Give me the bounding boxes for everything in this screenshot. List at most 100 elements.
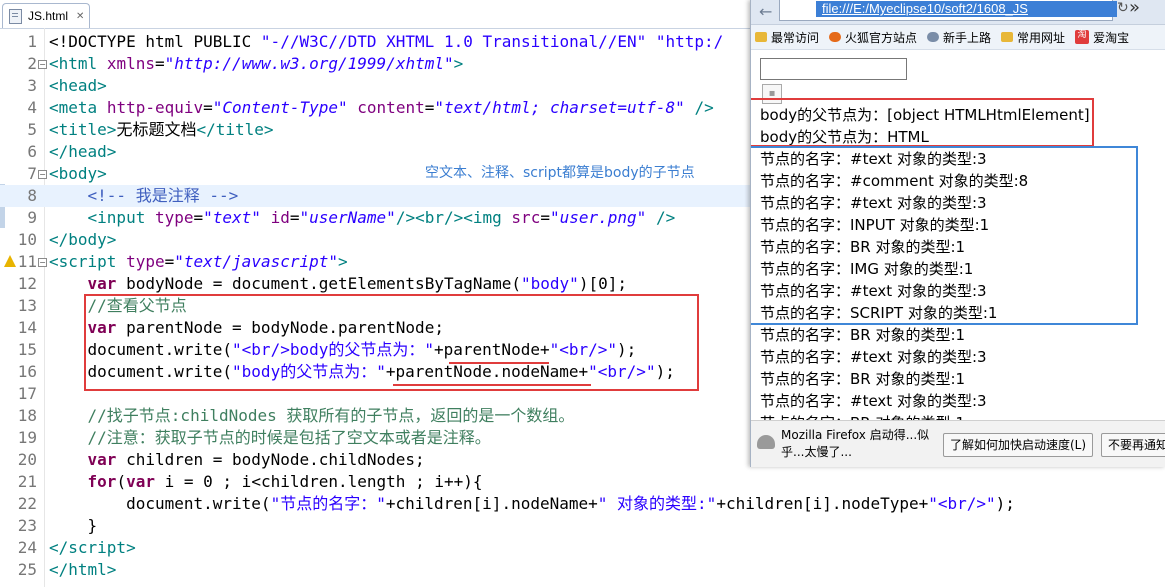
code-text: <html xmlns="http://www.w3.org/1999/xhtm…: [49, 54, 464, 73]
html-file-icon: [9, 8, 22, 24]
code-text: </body>: [49, 230, 117, 249]
line-number: 4: [27, 98, 37, 117]
output-line: 节点的名字：#text 对象的类型:3: [760, 392, 987, 410]
bookmark-firefox-site[interactable]: 火狐官方站点: [829, 29, 917, 46]
bookmark-getting-started[interactable]: 新手上路: [927, 29, 991, 46]
code-text: var children = bodyNode.childNodes;: [87, 450, 425, 469]
code-line: 3 <head>: [0, 75, 760, 97]
line-number: 9: [27, 208, 37, 227]
code-line: 23 }: [0, 515, 760, 537]
line-number: 8: [27, 186, 37, 205]
line-number: 16: [17, 362, 37, 381]
line-number: 25: [17, 560, 37, 579]
username-input[interactable]: [760, 58, 907, 80]
notification-bar: Mozilla Firefox 启动得...似乎...太慢了... 了解如何加快…: [751, 420, 1165, 467]
folder-icon: [1001, 32, 1014, 42]
code-line: 5 <title>无标题文档</title>: [0, 119, 760, 141]
line-number: 17: [17, 384, 37, 403]
line-number: 21: [17, 472, 37, 491]
code-line: 21 for(var i = 0 ; i<children.length ; i…: [0, 471, 760, 493]
fold-toggle-icon[interactable]: −: [38, 60, 47, 69]
code-text: </head>: [49, 142, 117, 161]
highlight-box-red: [84, 294, 699, 391]
code-text: <!DOCTYPE html PUBLIC "-//W3C//DTD XHTML…: [49, 32, 724, 51]
bookmark-label: 火狐官方站点: [845, 30, 918, 45]
line-number: 14: [17, 318, 37, 337]
code-text: document.write("节点的名字："+children[i].node…: [49, 494, 1015, 513]
code-line: 12 var bodyNode = document.getElementsBy…: [0, 273, 760, 295]
code-text: //注意：获取子节点的时候是包括了空文本或者是注释。: [87, 428, 491, 447]
tab-title: JS.html: [28, 9, 69, 23]
underline-mark: [393, 384, 591, 386]
notification-text: Mozilla Firefox 启动得...似乎...太慢了...: [781, 428, 930, 459]
line-number: 24: [17, 538, 37, 557]
fold-toggle-icon[interactable]: −: [38, 170, 47, 179]
code-text: var bodyNode = document.getElementsByTag…: [87, 274, 627, 293]
code-line: 1 <!DOCTYPE html PUBLIC "-//W3C//DTD XHT…: [0, 31, 760, 53]
code-line: 9 <input type="text" id="userName"/><br/…: [0, 207, 760, 229]
bookmark-label: 最常访问: [771, 30, 820, 45]
output-line: 节点的名字：BR 对象的类型:1: [760, 370, 966, 388]
code-line: 18 //找子节点:childNodes 获取所有的子节点，返回的是一个数组。: [0, 405, 760, 427]
code-text: </html>: [49, 560, 117, 579]
code-text: <head>: [49, 76, 107, 95]
line-number: 20: [17, 450, 37, 469]
line-number: 23: [17, 516, 37, 535]
line-number: 22: [17, 494, 37, 513]
code-line: 6 </head>: [0, 141, 760, 163]
browser-window: ← file:///E:/Myeclipse10/soft2/1608_JS ↻…: [750, 0, 1165, 467]
dont-notify-button[interactable]: 不要再通知: [1101, 433, 1165, 457]
bookmark-most-visited[interactable]: 最常访问: [755, 29, 819, 46]
url-text[interactable]: file:///E:/Myeclipse10/soft2/1608_JS: [816, 1, 1117, 17]
code-line: 19 //注意：获取子节点的时候是包括了空文本或者是注释。: [0, 427, 760, 449]
overflow-chevron-icon[interactable]: »: [1129, 0, 1140, 18]
bookmark-common-sites[interactable]: 常用网址: [1001, 29, 1065, 46]
reload-icon[interactable]: ↻: [1117, 0, 1129, 16]
bookmark-label: 爱淘宝: [1093, 30, 1130, 45]
highlight-box-red: [751, 98, 1094, 147]
highlight-box-blue: [751, 146, 1138, 325]
code-text: <meta http-equiv="Content-Type" content=…: [49, 98, 714, 117]
line-number: 18: [17, 406, 37, 425]
line-number: 13: [17, 296, 37, 315]
code-line: 2 − <html xmlns="http://www.w3.org/1999/…: [0, 53, 760, 75]
tab-js-html[interactable]: JS.html ✕: [2, 3, 90, 28]
code-line: 11 − <script type="text/javascript">: [0, 251, 760, 273]
globe-icon: [927, 32, 940, 42]
line-number: 5: [27, 120, 37, 139]
bookmarks-bar: 最常访问 火狐官方站点 新手上路 常用网址 淘爱淘宝: [751, 25, 1165, 50]
editor-tab-bar: JS.html ✕: [0, 0, 760, 29]
line-number: 19: [17, 428, 37, 447]
navigation-bar: ← file:///E:/Myeclipse10/soft2/1608_JS ↻…: [751, 0, 1165, 25]
bookmark-aitaobao[interactable]: 淘爱淘宝: [1075, 29, 1129, 46]
code-text: //找子节点:childNodes 获取所有的子节点，返回的是一个数组。: [87, 406, 575, 425]
taobao-icon: 淘: [1075, 30, 1090, 44]
line-number: 6: [27, 142, 37, 161]
code-line: 22 document.write("节点的名字："+children[i].n…: [0, 493, 1015, 515]
line-number: 3: [27, 76, 37, 95]
bookmark-label: 常用网址: [1017, 30, 1066, 45]
line-number: 15: [17, 340, 37, 359]
annotation-note: 空文本、注释、script都算是body的子节点: [425, 165, 695, 181]
close-icon[interactable]: ✕: [76, 11, 84, 22]
underline-mark: [449, 362, 549, 364]
line-number: 1: [27, 32, 37, 51]
back-arrow-icon[interactable]: ←: [759, 2, 772, 21]
code-line: 8 <!-- 我是注释 -->: [0, 185, 760, 207]
code-text: <script type="text/javascript">: [49, 252, 348, 271]
url-bar[interactable]: file:///E:/Myeclipse10/soft2/1608_JS ↻: [779, 0, 1129, 21]
firefox-icon: [829, 32, 842, 42]
fold-toggle-icon[interactable]: −: [38, 258, 47, 267]
code-text: for(var i = 0 ; i<children.length ; i++)…: [87, 472, 483, 491]
line-number: 11: [17, 252, 37, 271]
code-text: </script>: [49, 538, 136, 557]
code-text: <!-- 我是注释 -->: [87, 186, 239, 205]
learn-speedup-button[interactable]: 了解如何加快启动速度(L): [943, 433, 1094, 457]
code-line: 4 <meta http-equiv="Content-Type" conten…: [0, 97, 760, 119]
line-number: 7: [27, 164, 37, 183]
bookmark-label: 新手上路: [943, 30, 992, 45]
code-line: 20 var children = bodyNode.childNodes;: [0, 449, 760, 471]
code-text: <body>: [49, 164, 107, 183]
line-number: 2: [27, 54, 37, 73]
line-number: 10: [17, 230, 37, 249]
